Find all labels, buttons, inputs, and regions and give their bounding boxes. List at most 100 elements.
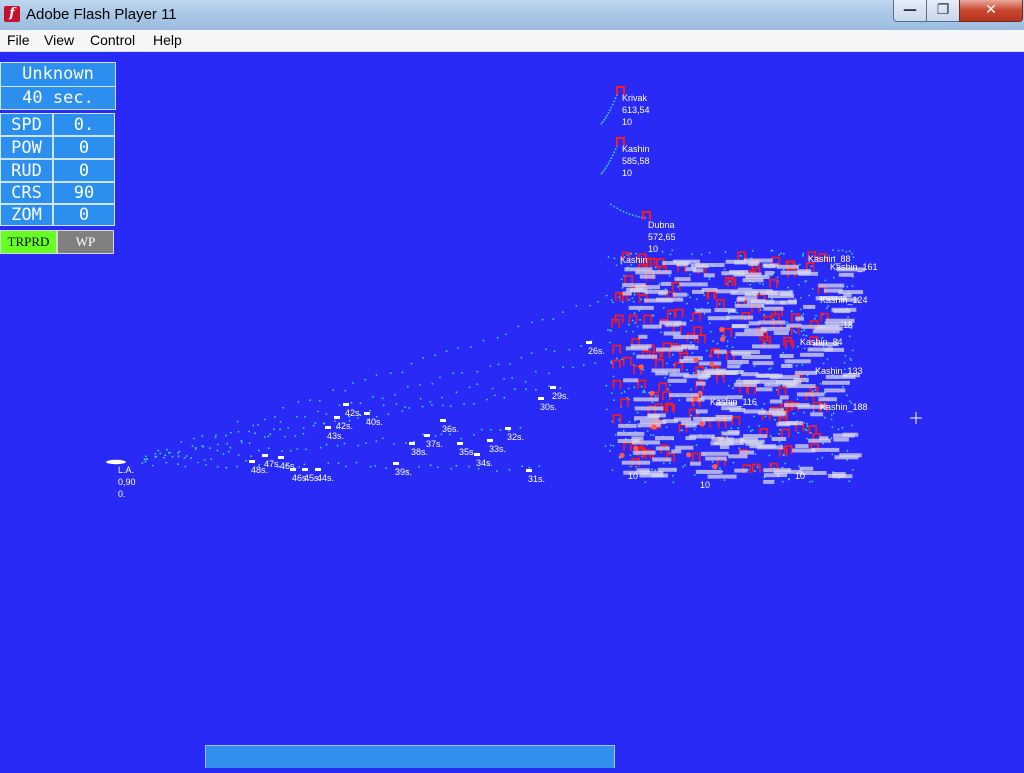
trail-dot	[503, 396, 506, 399]
menu-control[interactable]: Control	[90, 32, 135, 48]
trail-dot	[692, 371, 695, 374]
overlapping-label	[695, 308, 712, 313]
overlapping-label	[784, 403, 810, 408]
trail-dot	[845, 250, 848, 253]
pow-value[interactable]: 0	[53, 136, 115, 159]
spd-value[interactable]: 0.	[53, 113, 115, 136]
maximize-button[interactable]: ❐	[926, 0, 960, 22]
overlapping-label	[768, 408, 784, 413]
torpedo-button[interactable]: TRPRD	[0, 230, 57, 254]
torpedo-contact-dot	[697, 390, 703, 396]
player-position-label: 0,90	[118, 477, 136, 487]
trail-dot	[805, 280, 808, 282]
trail-dot	[203, 459, 206, 461]
trail-dot	[338, 404, 341, 406]
trail-dot	[410, 362, 413, 365]
ship-kashin[interactable]: Kashin 585,58 10	[616, 137, 650, 178]
trail-dot	[601, 120, 604, 123]
trail-dot	[434, 354, 436, 357]
overlapping-label	[811, 447, 840, 452]
time-marker-label: 46s.	[280, 461, 297, 471]
trail-dot	[612, 375, 615, 378]
cluster-label: 10	[795, 471, 805, 481]
trail-dot	[700, 253, 703, 256]
overlapping-label	[634, 406, 664, 411]
trail-dot	[455, 464, 458, 467]
waypoint-button[interactable]: WP	[57, 230, 114, 254]
ship-krivak[interactable]: Krivak 613,54 10	[616, 86, 650, 127]
trail-dot	[798, 283, 800, 286]
trail-dot	[615, 357, 618, 360]
tactical-map[interactable]: 26s. 29s.30s. 31s. 32s.33s. 34s.35s. 36s. 37s.…	[0, 52, 1024, 768]
trail-dot	[429, 464, 432, 467]
overlapping-label	[671, 449, 682, 454]
cluster-label: Kashin_116	[710, 397, 757, 407]
trail-dot	[344, 389, 347, 392]
trail-dot	[754, 453, 757, 456]
trail-dot	[607, 162, 610, 165]
trail-dot	[227, 450, 230, 453]
overlapping-label	[748, 321, 760, 326]
overlapping-label	[808, 438, 831, 443]
trail-dot	[155, 455, 158, 458]
minimize-button[interactable]: —	[893, 0, 927, 22]
trail-dot	[561, 311, 564, 313]
overlapping-label	[674, 321, 687, 326]
trail-dot	[803, 347, 806, 350]
trail-dot	[486, 398, 488, 401]
trail-dot	[667, 388, 669, 391]
trail-dot	[589, 304, 591, 307]
trail-dot	[748, 425, 750, 428]
zom-value[interactable]: 0	[53, 204, 115, 226]
overlapping-label	[771, 437, 787, 441]
menu-view[interactable]: View	[44, 32, 74, 48]
torpedo-contact-dot	[651, 424, 657, 430]
game-area[interactable]: 26s. 29s. 30s. 31s. 32s. 33s. 34s. 35s. 36s. 37s.…	[0, 52, 1024, 768]
flash-app-icon: f	[4, 6, 20, 22]
trail-dot	[611, 301, 614, 304]
trail-dot	[480, 428, 483, 431]
overlapping-label	[696, 381, 706, 386]
time-marker-label: 29s.	[552, 391, 569, 401]
trail-dot	[580, 345, 583, 347]
trail-dot	[776, 276, 779, 279]
trail-dot	[528, 466, 531, 469]
trail-dot	[548, 385, 550, 387]
trail-dot	[830, 414, 833, 416]
trail-dot	[686, 302, 688, 305]
menu-help[interactable]: Help	[153, 32, 182, 48]
trail-dot	[690, 414, 693, 417]
trail-dot	[601, 171, 604, 173]
trail-dot	[795, 331, 797, 334]
overlapping-label	[714, 308, 735, 313]
close-button[interactable]: ✕	[959, 0, 1023, 22]
trail-dot	[166, 448, 168, 451]
trail-dot	[851, 252, 853, 255]
trail-dot	[494, 394, 496, 397]
crs-value[interactable]: 90	[53, 182, 115, 204]
trail-dot	[819, 382, 822, 385]
trail-dot	[607, 329, 609, 331]
trail-dot	[317, 410, 319, 413]
enemy-ship-marker	[785, 340, 794, 349]
overlapping-label	[764, 382, 779, 387]
ship-dubna[interactable]: Dubna 572,65 10	[642, 211, 676, 254]
menu-file[interactable]: File	[7, 32, 30, 48]
trail-dot	[562, 366, 565, 369]
trail-dot	[802, 334, 805, 337]
overlapping-label	[673, 335, 699, 339]
time-marker-label: 46s.	[292, 473, 309, 483]
trail-dot	[344, 465, 347, 468]
title-bar: f Adobe Flash Player 11 — ❐ ✕	[0, 0, 1024, 31]
trail-dot	[629, 465, 632, 468]
overlapping-label	[652, 457, 672, 462]
rud-value[interactable]: 0	[53, 159, 115, 182]
trail-dot	[625, 330, 628, 333]
trail-dot	[559, 387, 562, 390]
overlapping-label	[745, 275, 770, 279]
trail-dot	[609, 444, 612, 447]
trail-dot	[732, 461, 735, 464]
trail-dot	[814, 389, 817, 391]
trail-dot	[799, 308, 802, 311]
overlapping-label	[784, 359, 811, 364]
